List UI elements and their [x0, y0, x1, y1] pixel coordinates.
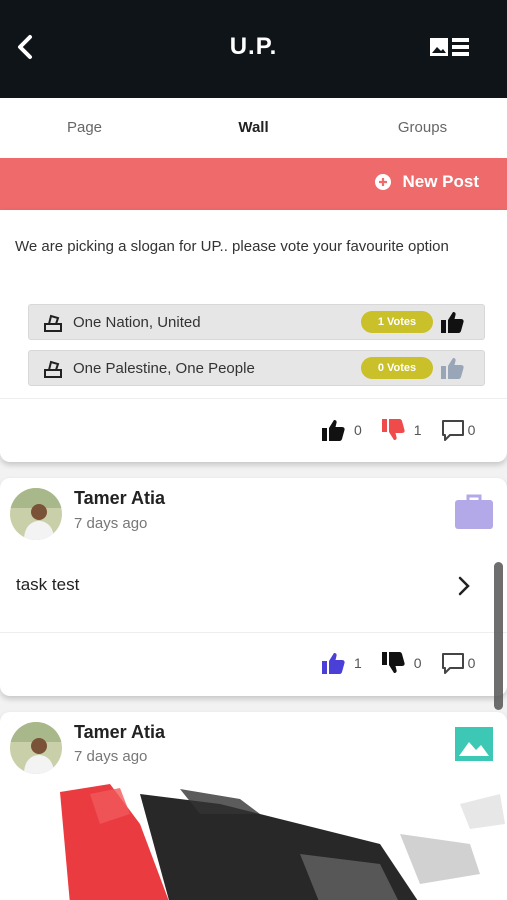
avatar[interactable] — [10, 488, 62, 540]
thumbs-up-icon[interactable] — [439, 356, 465, 380]
like-icon[interactable] — [320, 418, 346, 442]
poll-question: We are picking a slogan for UP.. please … — [15, 238, 449, 255]
dislike-icon[interactable] — [380, 418, 406, 442]
post-actions: 1 0 0 — [320, 651, 475, 675]
like-icon[interactable] — [320, 651, 346, 675]
poll-option[interactable]: One Palestine, One People 0 Votes — [28, 350, 485, 386]
post-author[interactable]: Tamer Atia — [74, 722, 165, 743]
image-list-icon[interactable] — [428, 34, 472, 60]
post-time: 7 days ago — [74, 748, 148, 765]
dislike-count: 0 — [413, 655, 422, 671]
comment-count: 0 — [467, 422, 476, 438]
vote-count-badge: 1 Votes — [361, 311, 433, 333]
poll-option-label: One Nation, United — [73, 314, 201, 331]
post-image[interactable] — [0, 784, 507, 900]
new-post-button[interactable]: New Post — [374, 172, 479, 192]
tab-page[interactable]: Page — [0, 98, 169, 158]
ballot-box-icon — [44, 360, 62, 378]
post-actions: 0 1 0 — [320, 418, 475, 442]
plus-circle-icon — [375, 174, 392, 190]
like-count: 1 — [354, 655, 362, 671]
card-divider — [0, 398, 507, 399]
like-count: 0 — [354, 422, 362, 438]
task-post-card: Tamer Atia 7 days ago task test 1 0 0 — [0, 478, 507, 696]
chevron-right-icon[interactable] — [455, 575, 473, 597]
post-author[interactable]: Tamer Atia — [74, 488, 165, 509]
card-divider — [0, 632, 507, 633]
thumbs-up-icon[interactable] — [439, 310, 465, 334]
post-time: 7 days ago — [74, 515, 148, 532]
task-title[interactable]: task test — [16, 575, 79, 595]
comment-count: 0 — [467, 655, 476, 671]
scrollbar[interactable] — [494, 562, 503, 710]
comment-icon[interactable] — [440, 651, 466, 675]
vote-count-badge: 0 Votes — [361, 357, 433, 379]
new-post-label: New Post — [402, 172, 479, 191]
avatar[interactable] — [10, 722, 62, 774]
comment-icon[interactable] — [440, 418, 466, 442]
image-icon — [455, 727, 493, 761]
image-post-card: Tamer Atia 7 days ago — [0, 712, 507, 900]
ballot-box-icon — [44, 314, 62, 332]
new-post-bar: New Post — [0, 158, 507, 210]
poll-post-card: We are picking a slogan for UP.. please … — [0, 210, 507, 462]
briefcase-icon — [455, 494, 493, 529]
tab-wall[interactable]: Wall — [169, 98, 338, 158]
dislike-icon[interactable] — [380, 651, 406, 675]
tab-bar: Page Wall Groups — [0, 98, 507, 158]
poll-option[interactable]: One Nation, United 1 Votes — [28, 304, 485, 340]
tab-groups[interactable]: Groups — [338, 98, 507, 158]
dislike-count: 1 — [413, 422, 422, 438]
app-header: U.P. — [0, 0, 507, 98]
poll-option-label: One Palestine, One People — [73, 360, 255, 377]
